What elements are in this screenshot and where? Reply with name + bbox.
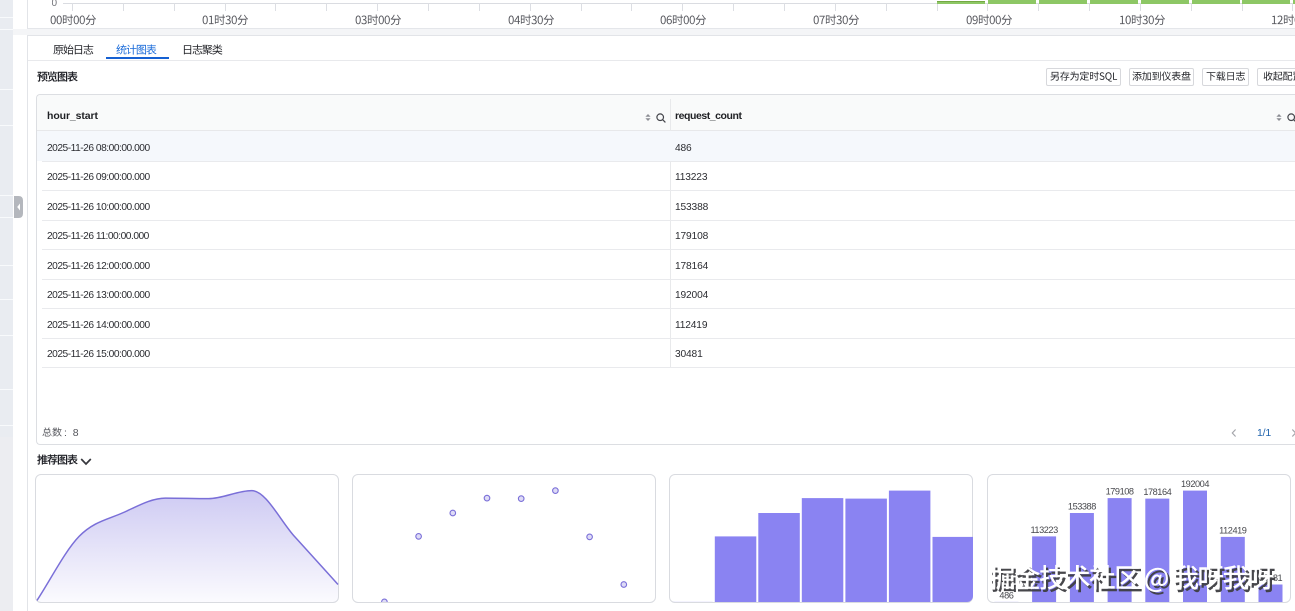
svg-text:192004: 192004 — [1181, 479, 1209, 489]
svg-text:179108: 179108 — [1105, 487, 1133, 497]
svg-text:112419: 112419 — [1219, 526, 1247, 536]
svg-text:153388: 153388 — [1067, 502, 1095, 512]
svg-text:178164: 178164 — [1143, 487, 1171, 497]
svg-text:113223: 113223 — [1030, 525, 1058, 535]
